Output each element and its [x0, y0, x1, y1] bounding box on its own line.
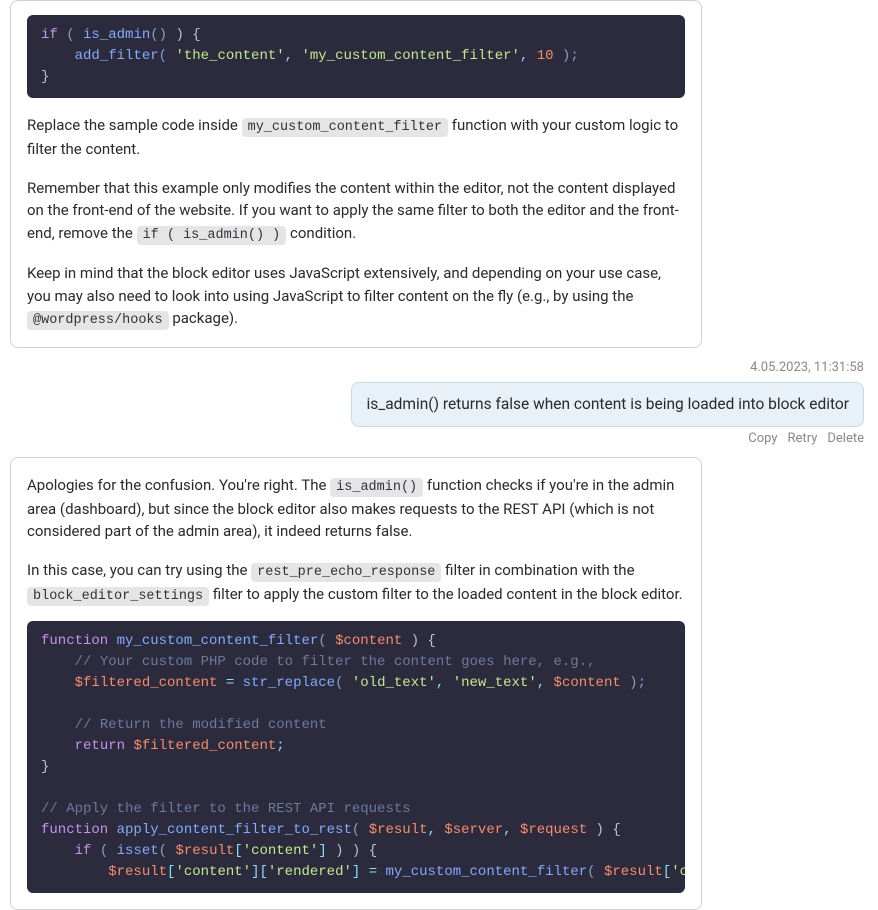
- retry-button[interactable]: Retry: [788, 429, 818, 449]
- assistant-message: Apologies for the confusion. You're righ…: [10, 457, 702, 910]
- delete-button[interactable]: Delete: [827, 429, 864, 449]
- inline-code: block_editor_settings: [27, 587, 209, 606]
- paragraph: In this case, you can try using the rest…: [27, 559, 685, 608]
- message-actions: Copy Retry Delete: [0, 429, 864, 449]
- inline-code: if ( is_admin() ): [137, 226, 287, 245]
- inline-code: @wordpress/hooks: [27, 311, 169, 330]
- code-block[interactable]: if ( is_admin() ) { add_filter( 'the_con…: [27, 15, 685, 98]
- paragraph: Remember that this example only modifies…: [27, 177, 685, 246]
- user-message: is_admin() returns false when content is…: [351, 382, 864, 427]
- assistant-message: if ( is_admin() ) { add_filter( 'the_con…: [10, 0, 702, 348]
- code-block[interactable]: function my_custom_content_filter( $cont…: [27, 621, 685, 893]
- paragraph: Apologies for the confusion. You're righ…: [27, 474, 685, 543]
- user-message-wrap: is_admin() returns false when content is…: [0, 382, 864, 427]
- paragraph: Keep in mind that the block editor uses …: [27, 262, 685, 331]
- copy-button[interactable]: Copy: [748, 429, 777, 449]
- inline-code: is_admin(): [330, 478, 423, 497]
- inline-code: rest_pre_echo_response: [251, 563, 441, 582]
- paragraph: Replace the sample code inside my_custom…: [27, 114, 685, 161]
- inline-code: my_custom_content_filter: [242, 118, 448, 137]
- timestamp: 4.05.2023, 11:31:58: [0, 358, 864, 378]
